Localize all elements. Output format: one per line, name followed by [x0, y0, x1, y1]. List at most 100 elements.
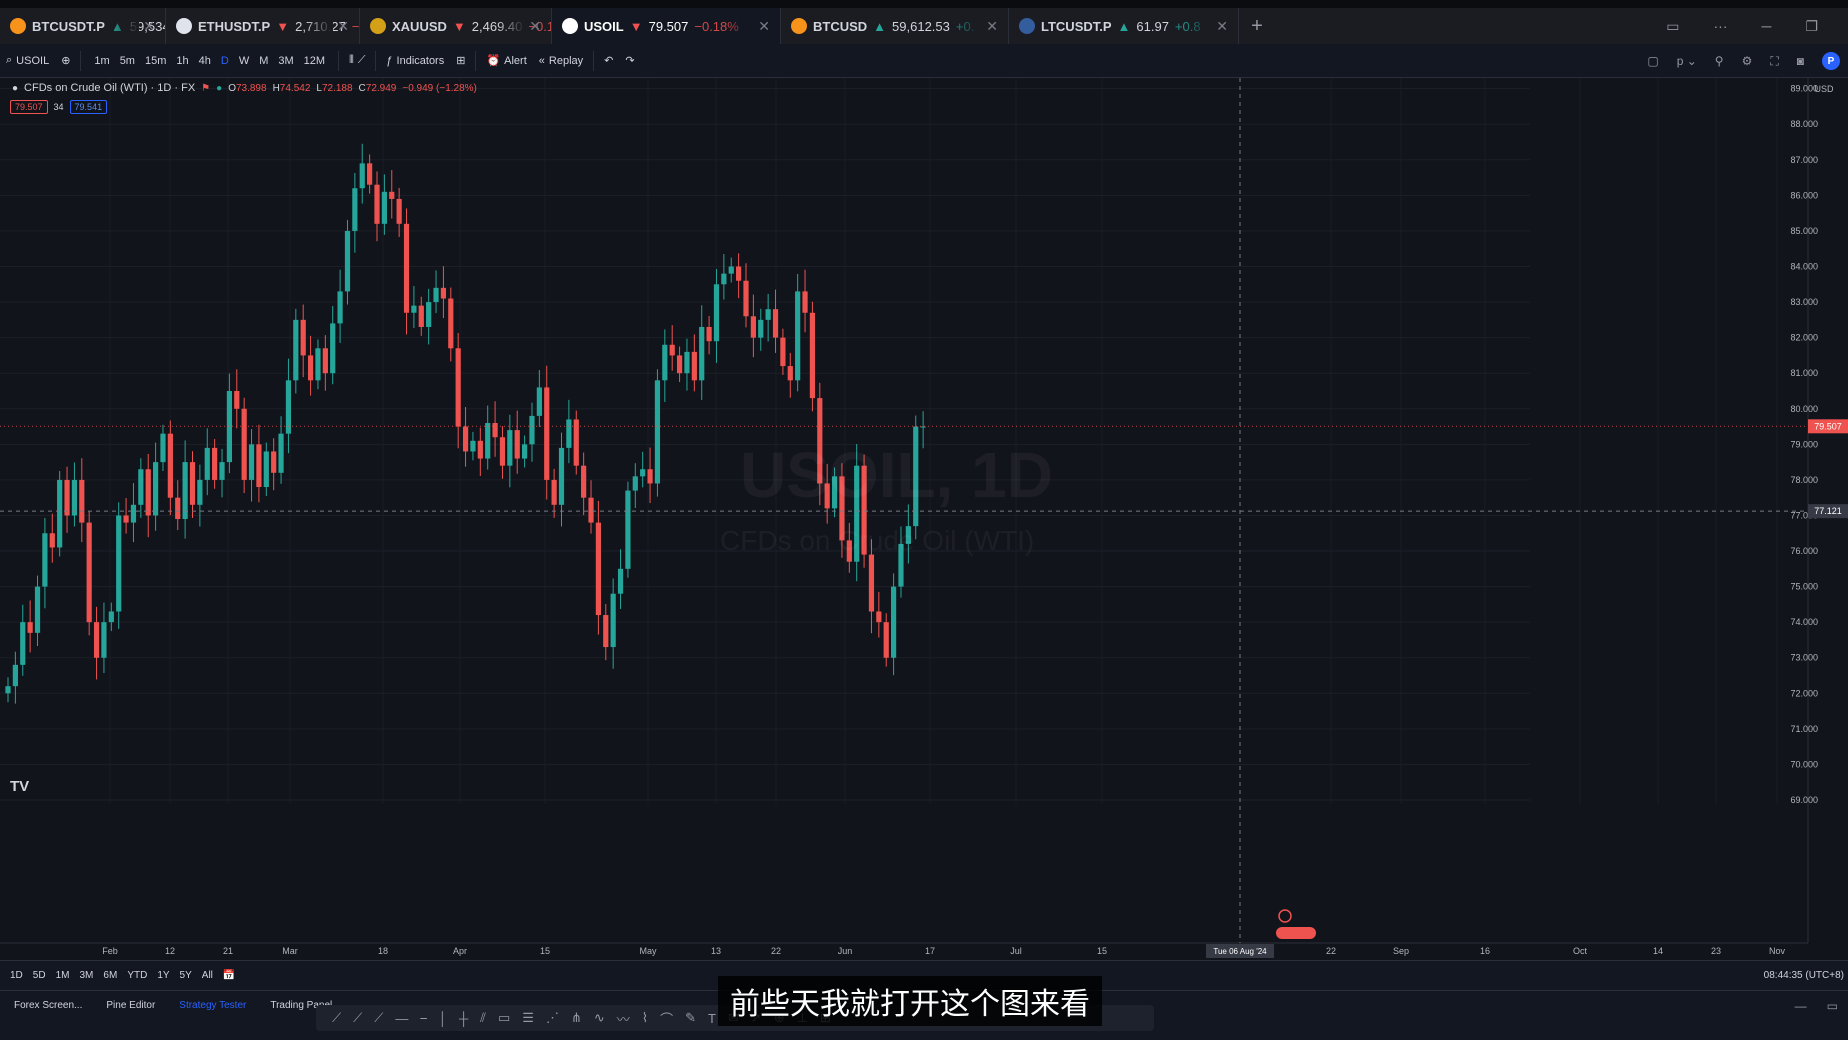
replay-button[interactable]: «Replay [533, 44, 589, 77]
chart-canvas[interactable]: 69.000 70.000 71.000 72.000 73.000 74.000 75.0… [0, 78, 1848, 960]
range-1m[interactable]: 1M [56, 970, 70, 981]
interval-12m[interactable]: 12M [301, 55, 328, 67]
minimize-window-icon[interactable]: ─ [1762, 18, 1772, 34]
fullscreen-icon[interactable]: ⛶ [1770, 54, 1778, 69]
x-tick-label: 16 [1480, 946, 1490, 956]
minimize-panel-icon[interactable]: — [1795, 999, 1807, 1013]
publish-button[interactable]: P [1822, 52, 1840, 70]
range-5y[interactable]: 5Y [180, 970, 192, 981]
candle-body [93, 622, 100, 658]
parallel-channel-icon[interactable]: ⫽ [480, 1010, 486, 1026]
interval-15m[interactable]: 15m [142, 55, 169, 67]
maximize-panel-icon[interactable]: ▭ [1827, 999, 1838, 1013]
range-1d[interactable]: 1D [10, 970, 23, 981]
tab-btcusd[interactable]: BTCUSD▲59,612.53+0.✕ [781, 8, 1009, 44]
brush-icon[interactable]: ✎ [685, 1010, 696, 1026]
currency-label: USD [1814, 84, 1834, 94]
tab-symbol: BTCUSDT.P [32, 18, 105, 34]
buy-price-box[interactable]: 79.541 [69, 100, 108, 114]
bottom-tab-pine-editor[interactable]: Pine Editor [106, 1000, 155, 1011]
interval-m[interactable]: M [256, 55, 271, 67]
alert-button[interactable]: ⏰ Alert [480, 44, 532, 77]
range-3m[interactable]: 3M [80, 970, 94, 981]
horizontal-line-icon[interactable]: — [395, 1011, 408, 1026]
range-5d[interactable]: 5D [33, 970, 46, 981]
symbol-search[interactable]: ⌕ USOIL [0, 44, 55, 77]
indicators-button[interactable]: ƒ Indicators [380, 44, 450, 77]
description-watermark: CFDs on Crude Oil (WTI) [720, 525, 1035, 556]
ray-icon[interactable]: ⟋ [353, 1010, 362, 1026]
candle-body [632, 476, 638, 491]
compare-button[interactable]: ⊕ [55, 44, 76, 77]
chart-type-button[interactable]: ⫴ ⟋ [343, 44, 371, 77]
close-tab-icon[interactable]: ✕ [143, 18, 155, 35]
interval-1m[interactable]: 1m [91, 55, 112, 67]
candle-body [522, 444, 528, 459]
candle-body [64, 479, 70, 516]
layouts-button[interactable]: ⊞ [450, 44, 471, 77]
screen-icon[interactable]: ▭ [1666, 18, 1679, 35]
interval-1h[interactable]: 1h [173, 55, 191, 67]
interval-5m[interactable]: 5m [117, 55, 138, 67]
sell-price-box[interactable]: 79.507 [10, 100, 48, 114]
candle-body [101, 622, 107, 658]
close-tab-icon[interactable]: ✕ [1216, 18, 1228, 35]
tab-fade [726, 8, 754, 44]
camera-icon[interactable]: ◙ [1797, 54, 1804, 68]
horizontal-ray-icon[interactable]: ⎯ [420, 1010, 427, 1026]
candle-body [529, 415, 535, 445]
vertical-line-icon[interactable]: │ [439, 1011, 447, 1026]
fullscreen-square-icon[interactable]: ▢ [1647, 54, 1658, 68]
layout-name-button[interactable]: p ⌄ [1677, 54, 1697, 68]
bottom-tab-strategy-tester[interactable]: Strategy Tester [179, 1000, 246, 1011]
fib-retracement-icon[interactable]: ☰ [522, 1010, 534, 1026]
flag-icon[interactable]: ⚑ [201, 83, 210, 94]
extended-line-icon[interactable]: ⟋ [374, 1010, 383, 1026]
candle-body [699, 326, 705, 381]
close-tab-icon[interactable]: ✕ [758, 18, 770, 35]
redo-button[interactable]: ↷ [619, 44, 640, 77]
tab-ltcusdt-p[interactable]: LTCUSDT.P▲61.97+0.8✕ [1009, 8, 1239, 44]
trend-line-icon[interactable]: ⟋ [332, 1010, 341, 1026]
close-tab-icon[interactable]: ✕ [529, 18, 541, 35]
tab-ethusdt-p[interactable]: ETHUSDT.P▼2,710.27−0✕ [166, 8, 360, 44]
tab-btcusdt-p[interactable]: BTCUSDT.P▲59,534.0+0✕ [0, 8, 166, 44]
rectangle-icon[interactable]: ▭ [498, 1010, 510, 1026]
quick-search-icon[interactable]: ⚲ [1715, 54, 1724, 68]
close-tab-icon[interactable]: ✕ [337, 18, 349, 35]
tab-xauusd[interactable]: XAUUSD▼2,469.40−0.1✕ [360, 8, 552, 44]
interval-3m[interactable]: 3M [275, 55, 296, 67]
clock-display[interactable]: 08:44:35 (UTC+8) [1764, 970, 1844, 981]
candle-body [167, 433, 173, 498]
restore-window-icon[interactable]: ❐ [1805, 18, 1818, 35]
x-tick-label: Sep [1393, 946, 1409, 956]
interval-d[interactable]: D [218, 55, 232, 67]
goto-date-icon[interactable]: 📅 [223, 970, 235, 981]
range-all[interactable]: All [202, 970, 213, 981]
undo-button[interactable]: ↶ [598, 44, 619, 77]
tradingview-logo[interactable]: TV [10, 778, 29, 795]
forecast-icon[interactable]: ⌒ [660, 1009, 673, 1028]
interval-w[interactable]: W [236, 55, 252, 67]
cross-line-icon[interactable]: ┼ [459, 1011, 468, 1026]
more-icon[interactable]: ··· [1714, 18, 1728, 34]
cycle-icon[interactable]: ⌇ [642, 1010, 648, 1026]
settings-gear-icon[interactable]: ⚙ [1742, 54, 1753, 68]
candle-body [271, 451, 277, 473]
pattern-icon[interactable]: ∿ [594, 1010, 605, 1026]
close-tab-icon[interactable]: ✕ [986, 18, 998, 35]
elliott-wave-icon[interactable]: 〰 [617, 1009, 630, 1028]
pitchfork-icon[interactable]: ⋔ [571, 1010, 582, 1026]
text-icon[interactable]: T [708, 1011, 716, 1026]
range-6m[interactable]: 6M [103, 970, 117, 981]
new-tab-button[interactable]: + [1239, 8, 1275, 44]
range-1y[interactable]: 1Y [157, 970, 169, 981]
litecoin-icon [1019, 18, 1035, 34]
fib-fan-icon[interactable]: ⋰ [546, 1010, 559, 1026]
chart-pane[interactable]: 69.000 70.000 71.000 72.000 73.000 74.000 75.0… [0, 78, 1848, 960]
range-ytd[interactable]: YTD [127, 970, 147, 981]
tab-usoil[interactable]: USOIL ▼ 79.507 −0.18% ✕ [552, 8, 781, 44]
interval-4h[interactable]: 4h [196, 55, 214, 67]
candle-body [108, 611, 114, 623]
bottom-tab-forex-screen[interactable]: Forex Screen... [14, 1000, 82, 1011]
